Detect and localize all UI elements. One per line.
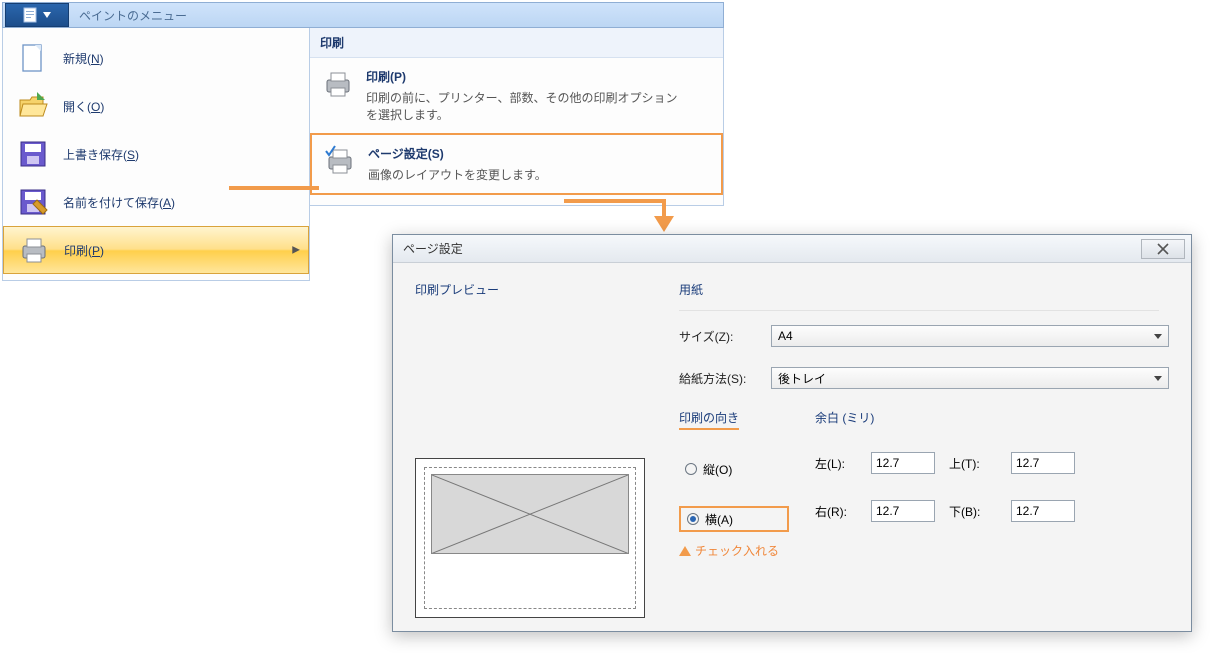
- annotation-text: チェック入れる: [695, 542, 779, 559]
- printer-check-icon: [324, 145, 356, 177]
- submenu-item-title: ページ設定(S): [368, 145, 547, 162]
- preview-heading: 印刷プレビュー: [415, 281, 655, 298]
- margin-top-input[interactable]: [1011, 452, 1075, 474]
- printer-icon: [322, 68, 354, 100]
- save-as-icon: [17, 186, 49, 218]
- paper-size-value: A4: [778, 329, 793, 343]
- paper-source-dropdown[interactable]: 後トレイ: [771, 367, 1169, 389]
- close-button[interactable]: [1141, 239, 1185, 259]
- save-icon: [17, 138, 49, 170]
- submenu-item-desc: 画像のレイアウトを変更します。: [368, 166, 547, 183]
- annotation-check: チェック入れる: [679, 542, 779, 559]
- submenu-arrow-icon: ▶: [292, 245, 300, 256]
- separator: [679, 310, 1159, 311]
- close-icon: [1157, 243, 1169, 255]
- submenu-item-print[interactable]: 印刷(P) 印刷の前に、プリンター、部数、その他の印刷オプションを選択します。: [310, 58, 723, 133]
- callout-connector: [662, 199, 666, 217]
- callout-connector: [564, 199, 666, 203]
- print-submenu-panel: 印刷 印刷(P) 印刷の前に、プリンター、部数、その他の印刷オプションを選択しま…: [310, 28, 724, 206]
- callout-arrow-icon: [654, 216, 674, 232]
- menu-item-label: 上書き保存(S): [63, 146, 139, 163]
- paper-source-value: 後トレイ: [778, 370, 826, 387]
- submenu-item-page-setup[interactable]: ページ設定(S) 画像のレイアウトを変更します。: [310, 133, 723, 195]
- chevron-down-icon: [43, 12, 51, 18]
- menu-item-save[interactable]: 上書き保存(S): [3, 130, 309, 178]
- preview-placeholder-icon: [432, 475, 628, 553]
- margin-left-label: 左(L):: [815, 455, 863, 472]
- paper-heading: 用紙: [679, 281, 1169, 298]
- margin-top-label: 上(T):: [949, 455, 1003, 472]
- orientation-landscape-radio[interactable]: 横(A): [679, 506, 789, 532]
- page-setup-dialog: ページ設定 印刷プレビュー 用紙: [392, 234, 1192, 632]
- document-icon: [23, 7, 37, 23]
- dialog-title: ページ設定: [403, 240, 463, 257]
- menu-item-label: 印刷(P): [64, 242, 104, 259]
- ribbon-titlebar: ペイントのメニュー: [2, 2, 724, 28]
- margins-heading: 余白 (ミリ): [815, 409, 1169, 426]
- paper-size-dropdown[interactable]: A4: [771, 325, 1169, 347]
- ribbon-title: ペイントのメニュー: [79, 7, 187, 24]
- menu-item-open[interactable]: 開く(O): [3, 82, 309, 130]
- margin-left-input[interactable]: [871, 452, 935, 474]
- menu-item-label: 開く(O): [63, 98, 104, 115]
- margin-bottom-input[interactable]: [1011, 500, 1075, 522]
- source-label: 給紙方法(S):: [679, 370, 771, 387]
- submenu-item-title: 印刷(P): [366, 68, 686, 85]
- menu-item-print[interactable]: 印刷(P) ▶: [3, 226, 309, 274]
- orientation-portrait-radio[interactable]: 縦(O): [679, 456, 789, 482]
- radio-label: 横(A): [705, 511, 733, 528]
- radio-label: 縦(O): [703, 461, 732, 478]
- menu-item-label: 名前を付けて保存(A): [63, 194, 175, 211]
- print-preview: [415, 458, 645, 618]
- size-label: サイズ(Z):: [679, 328, 771, 345]
- menu-item-label: 新規(N): [63, 50, 104, 67]
- radio-icon: [687, 513, 699, 525]
- margin-bottom-label: 下(B):: [949, 503, 1003, 520]
- submenu-header: 印刷: [310, 28, 723, 58]
- radio-icon: [685, 463, 697, 475]
- app-menu-panel: 新規(N) 開く(O) 上書き保存(S) 名前を付けて保存(A) 印刷(P) ▶: [2, 28, 310, 281]
- menu-item-new[interactable]: 新規(N): [3, 34, 309, 82]
- dialog-titlebar: ページ設定: [393, 235, 1191, 263]
- submenu-item-desc: 印刷の前に、プリンター、部数、その他の印刷オプションを選択します。: [366, 89, 686, 123]
- app-menu-button[interactable]: [5, 3, 69, 27]
- annotation-arrow-icon: [679, 546, 691, 556]
- orientation-heading: 印刷の向き: [679, 409, 739, 430]
- margin-right-input[interactable]: [871, 500, 935, 522]
- printer-icon: [18, 234, 50, 266]
- margin-right-label: 右(R):: [815, 503, 863, 520]
- open-folder-icon: [17, 90, 49, 122]
- callout-connector: [229, 186, 319, 190]
- new-file-icon: [17, 42, 49, 74]
